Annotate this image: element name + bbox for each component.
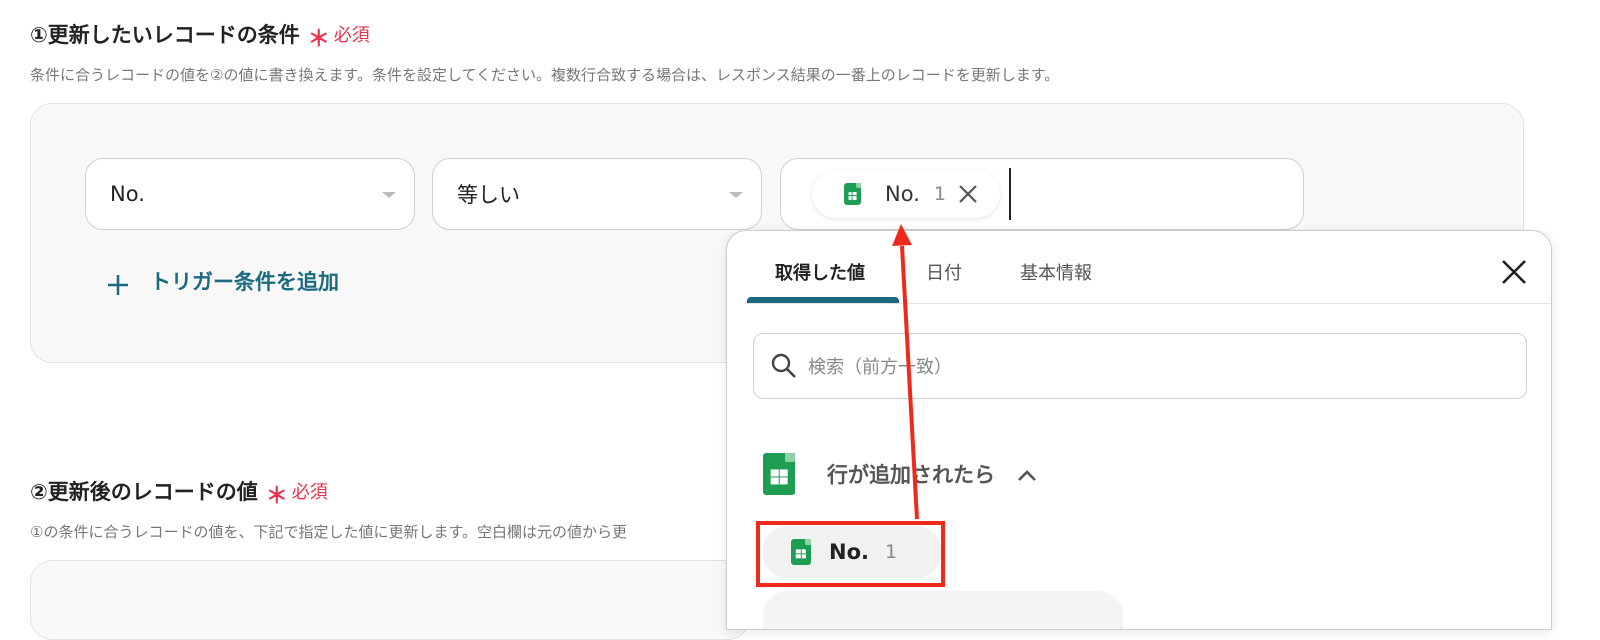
annotation-arrow — [892, 224, 919, 520]
